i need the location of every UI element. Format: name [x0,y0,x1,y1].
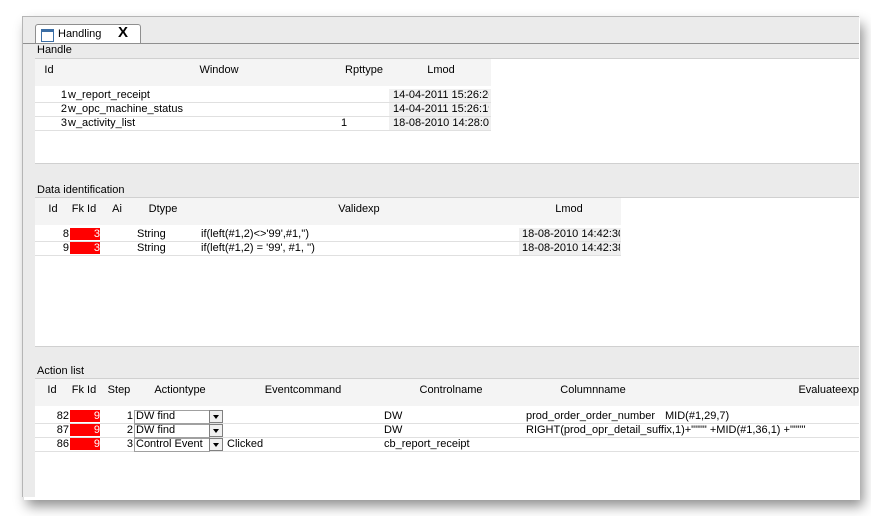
cell-lmod: 18-08-2010 14:42:30 [522,228,620,240]
cell-actiontype: DW find [136,424,176,436]
cell-window: w_opc_machine_status [68,103,183,115]
cell-evaluateexp: MID(#1,29,7) [665,410,730,422]
cell-dtype: String [137,228,166,240]
cell-validexp: if(left(#1,2)<>'99',#1,'') [201,228,310,240]
cell-controlname: cb_report_receipt [384,438,470,450]
table-row[interactable]: 2 w_opc_machine_status 14-04-2011 15:26:… [35,103,491,117]
col-header-rpttype[interactable]: Rpttype [339,64,389,76]
col-header-dtype[interactable]: Dtype [133,203,193,215]
cell-controlname: DW [384,424,403,436]
window-icon [41,29,54,42]
cell-fkid: 3 [70,228,100,240]
cell-lmod: 14-04-2011 15:26:19 [393,103,489,115]
handle-section-title: Handle [37,44,72,56]
tab-divider [23,43,859,44]
col-header-fkid[interactable]: Fk Id [67,203,101,215]
cell-id: 8 [62,228,69,240]
cell-columnname: RIGHT(prod_opr_detail_suffix,1)+"""" +MI… [526,424,806,436]
dataident-section-title: Data identification [37,184,125,196]
table-row[interactable]: 82 9 1 DW find DW prod_order_order_numbe… [35,410,859,424]
chevron-down-icon[interactable] [209,424,223,437]
chevron-down-icon[interactable] [209,438,223,451]
cell-step: 1 [126,410,133,422]
table-row[interactable]: 86 9 3 Control Event Clicked cb_report_r… [35,438,859,452]
cell-id: 87 [56,424,69,436]
cell-id: 82 [56,410,69,422]
handle-panel: Id Window Rpttype Lmod 1 w_report_receip… [35,58,859,164]
tab-handling[interactable]: Handling X [35,24,141,44]
table-row[interactable]: 8 3 String if(left(#1,2)<>'99',#1,'') 18… [35,228,621,242]
cell-validexp: if(left(#1,2) = '99', #1, '') [201,242,315,254]
cell-id: 3 [60,117,67,129]
table-row[interactable]: 87 9 2 DW find DW RIGHT(prod_opr_detail_… [35,424,859,438]
col-header-lmod[interactable]: Lmod [519,203,619,215]
col-header-window[interactable]: Window [69,64,369,76]
handling-window: Handling X Handle Id Window Rpttype Lmod… [22,16,859,497]
cell-fkid: 9 [70,410,100,422]
cell-rpttype: 1 [341,117,348,129]
cell-fkid: 3 [70,242,100,254]
col-header-eventcommand[interactable]: Eventcommand [225,384,381,396]
col-header-evaluateexp[interactable]: Evaluateexp [665,384,859,396]
cell-eventcommand [227,424,377,436]
cell-window: w_activity_list [68,117,136,129]
actionlist-section-title: Action list [37,365,85,377]
cell-window: w_report_receipt [68,89,150,101]
cell-lmod: 18-08-2010 14:28:02 [393,117,489,129]
col-header-actiontype[interactable]: Actiontype [137,384,223,396]
cell-id: 2 [60,103,67,115]
col-header-id[interactable]: Id [37,384,67,396]
cell-fkid: 9 [70,424,100,436]
cell-lmod: 18-08-2010 14:42:38 [522,242,620,254]
col-header-ai[interactable]: Ai [103,203,131,215]
actionlist-panel: Id Fk Id Step Actiontype Eventcommand Co… [35,378,859,497]
cell-lmod: 14-04-2011 15:26:26 [393,89,489,101]
cell-actiontype: DW find [136,410,176,422]
table-row[interactable]: 1 w_report_receipt 14-04-2011 15:26:26 [35,89,491,103]
table-row[interactable]: 9 3 String if(left(#1,2) = '99', #1, '')… [35,242,621,256]
dataident-panel: Id Fk Id Ai Dtype Validexp Lmod 8 3 Stri… [35,197,859,347]
col-header-id[interactable]: Id [39,64,59,76]
cell-evaluateexp [665,438,859,450]
cell-dtype: String [137,242,166,254]
col-header-columnname[interactable]: Columnname [523,384,663,396]
col-header-fkid[interactable]: Fk Id [67,384,101,396]
cell-ai [103,228,131,240]
col-header-id[interactable]: Id [39,203,67,215]
close-icon[interactable]: X [118,24,128,41]
tab-label: Handling [58,28,102,40]
cell-controlname: DW [384,410,403,422]
cell-rpttype [341,103,386,115]
cell-eventcommand [227,410,377,422]
cell-step: 2 [126,424,133,436]
cell-rpttype [341,89,386,101]
col-header-lmod[interactable]: Lmod [391,64,491,76]
col-header-controlname[interactable]: Controlname [381,384,521,396]
table-row[interactable]: 3 w_activity_list 1 18-08-2010 14:28:02 [35,117,491,131]
col-header-validexp[interactable]: Validexp [199,203,519,215]
cell-step: 3 [126,438,133,450]
cell-id: 1 [60,89,67,101]
cell-fkid: 9 [70,438,100,450]
cell-ai [103,242,131,254]
cell-eventcommand: Clicked [227,438,264,450]
cell-id: 86 [56,438,69,450]
cell-id: 9 [62,242,69,254]
chevron-down-icon[interactable] [209,410,223,423]
col-header-step[interactable]: Step [103,384,135,396]
cell-columnname [526,438,662,450]
cell-actiontype: Control Event [136,438,203,450]
cell-columnname: prod_order_order_number [526,410,656,422]
